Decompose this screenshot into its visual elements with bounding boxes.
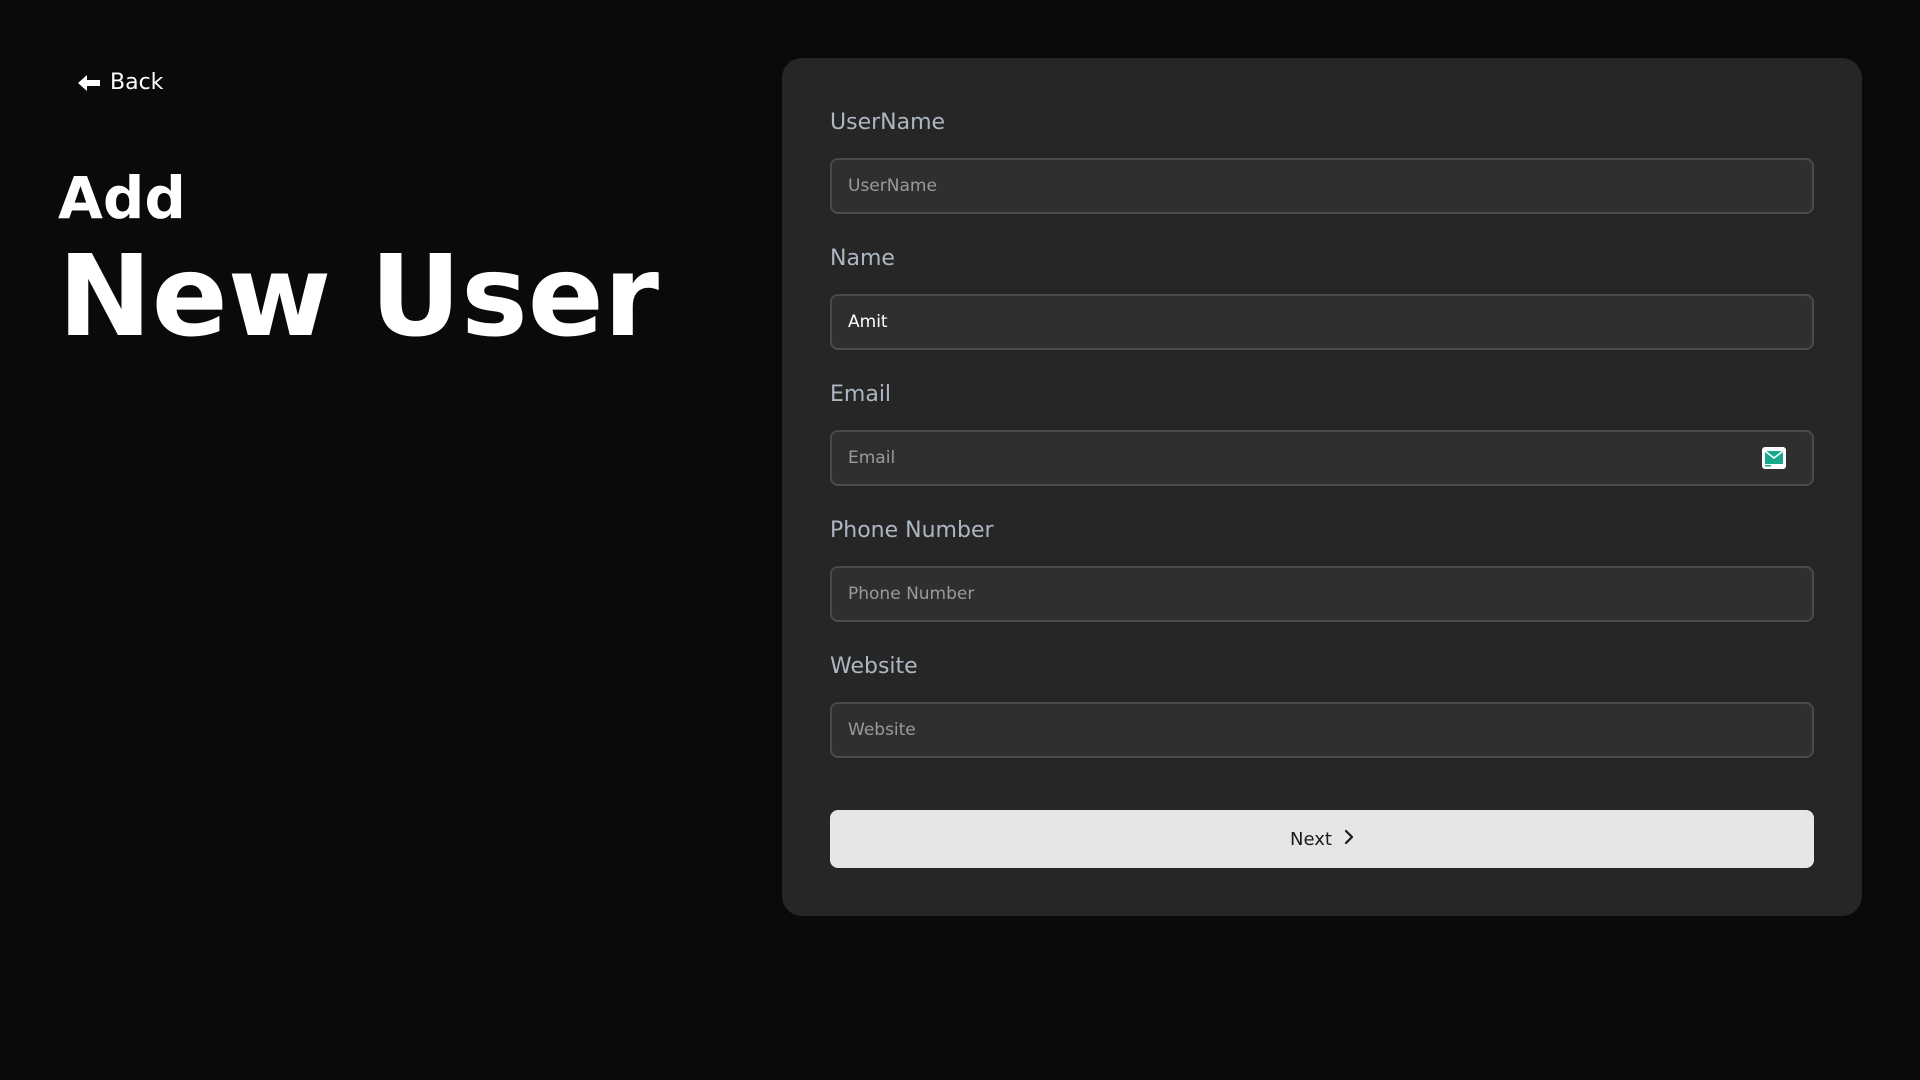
email-input[interactable] — [830, 430, 1814, 486]
page-title-line1: Add — [58, 164, 186, 232]
back-label: Back — [110, 70, 164, 95]
username-field-group: UserName — [830, 108, 1814, 214]
phone-label: Phone Number — [830, 518, 994, 543]
user-form: UserName Name Email — [830, 108, 1814, 788]
back-button[interactable]: Back — [78, 70, 163, 95]
page-title-line2: New User — [58, 232, 659, 362]
website-field-group: Website — [830, 652, 1814, 758]
page-title: Add New User — [58, 160, 659, 358]
phone-input[interactable] — [830, 566, 1814, 622]
name-input[interactable] — [830, 294, 1814, 350]
email-icon — [1762, 447, 1786, 469]
website-input[interactable] — [830, 702, 1814, 758]
username-label: UserName — [830, 110, 946, 135]
page: Back Add New User UserName Name Email — [0, 0, 1920, 1080]
form-card: UserName Name Email — [782, 58, 1862, 916]
email-field-group: Email — [830, 380, 1814, 486]
name-field-group: Name — [830, 244, 1814, 350]
phone-field-group: Phone Number — [830, 516, 1814, 622]
next-button[interactable]: Next — [830, 810, 1814, 868]
website-label: Website — [830, 654, 918, 679]
name-label: Name — [830, 246, 895, 271]
arrow-left-icon — [78, 74, 100, 91]
next-label: Next — [1290, 828, 1332, 850]
email-label: Email — [830, 382, 892, 407]
username-input[interactable] — [830, 158, 1814, 214]
chevron-right-icon — [1344, 829, 1354, 850]
